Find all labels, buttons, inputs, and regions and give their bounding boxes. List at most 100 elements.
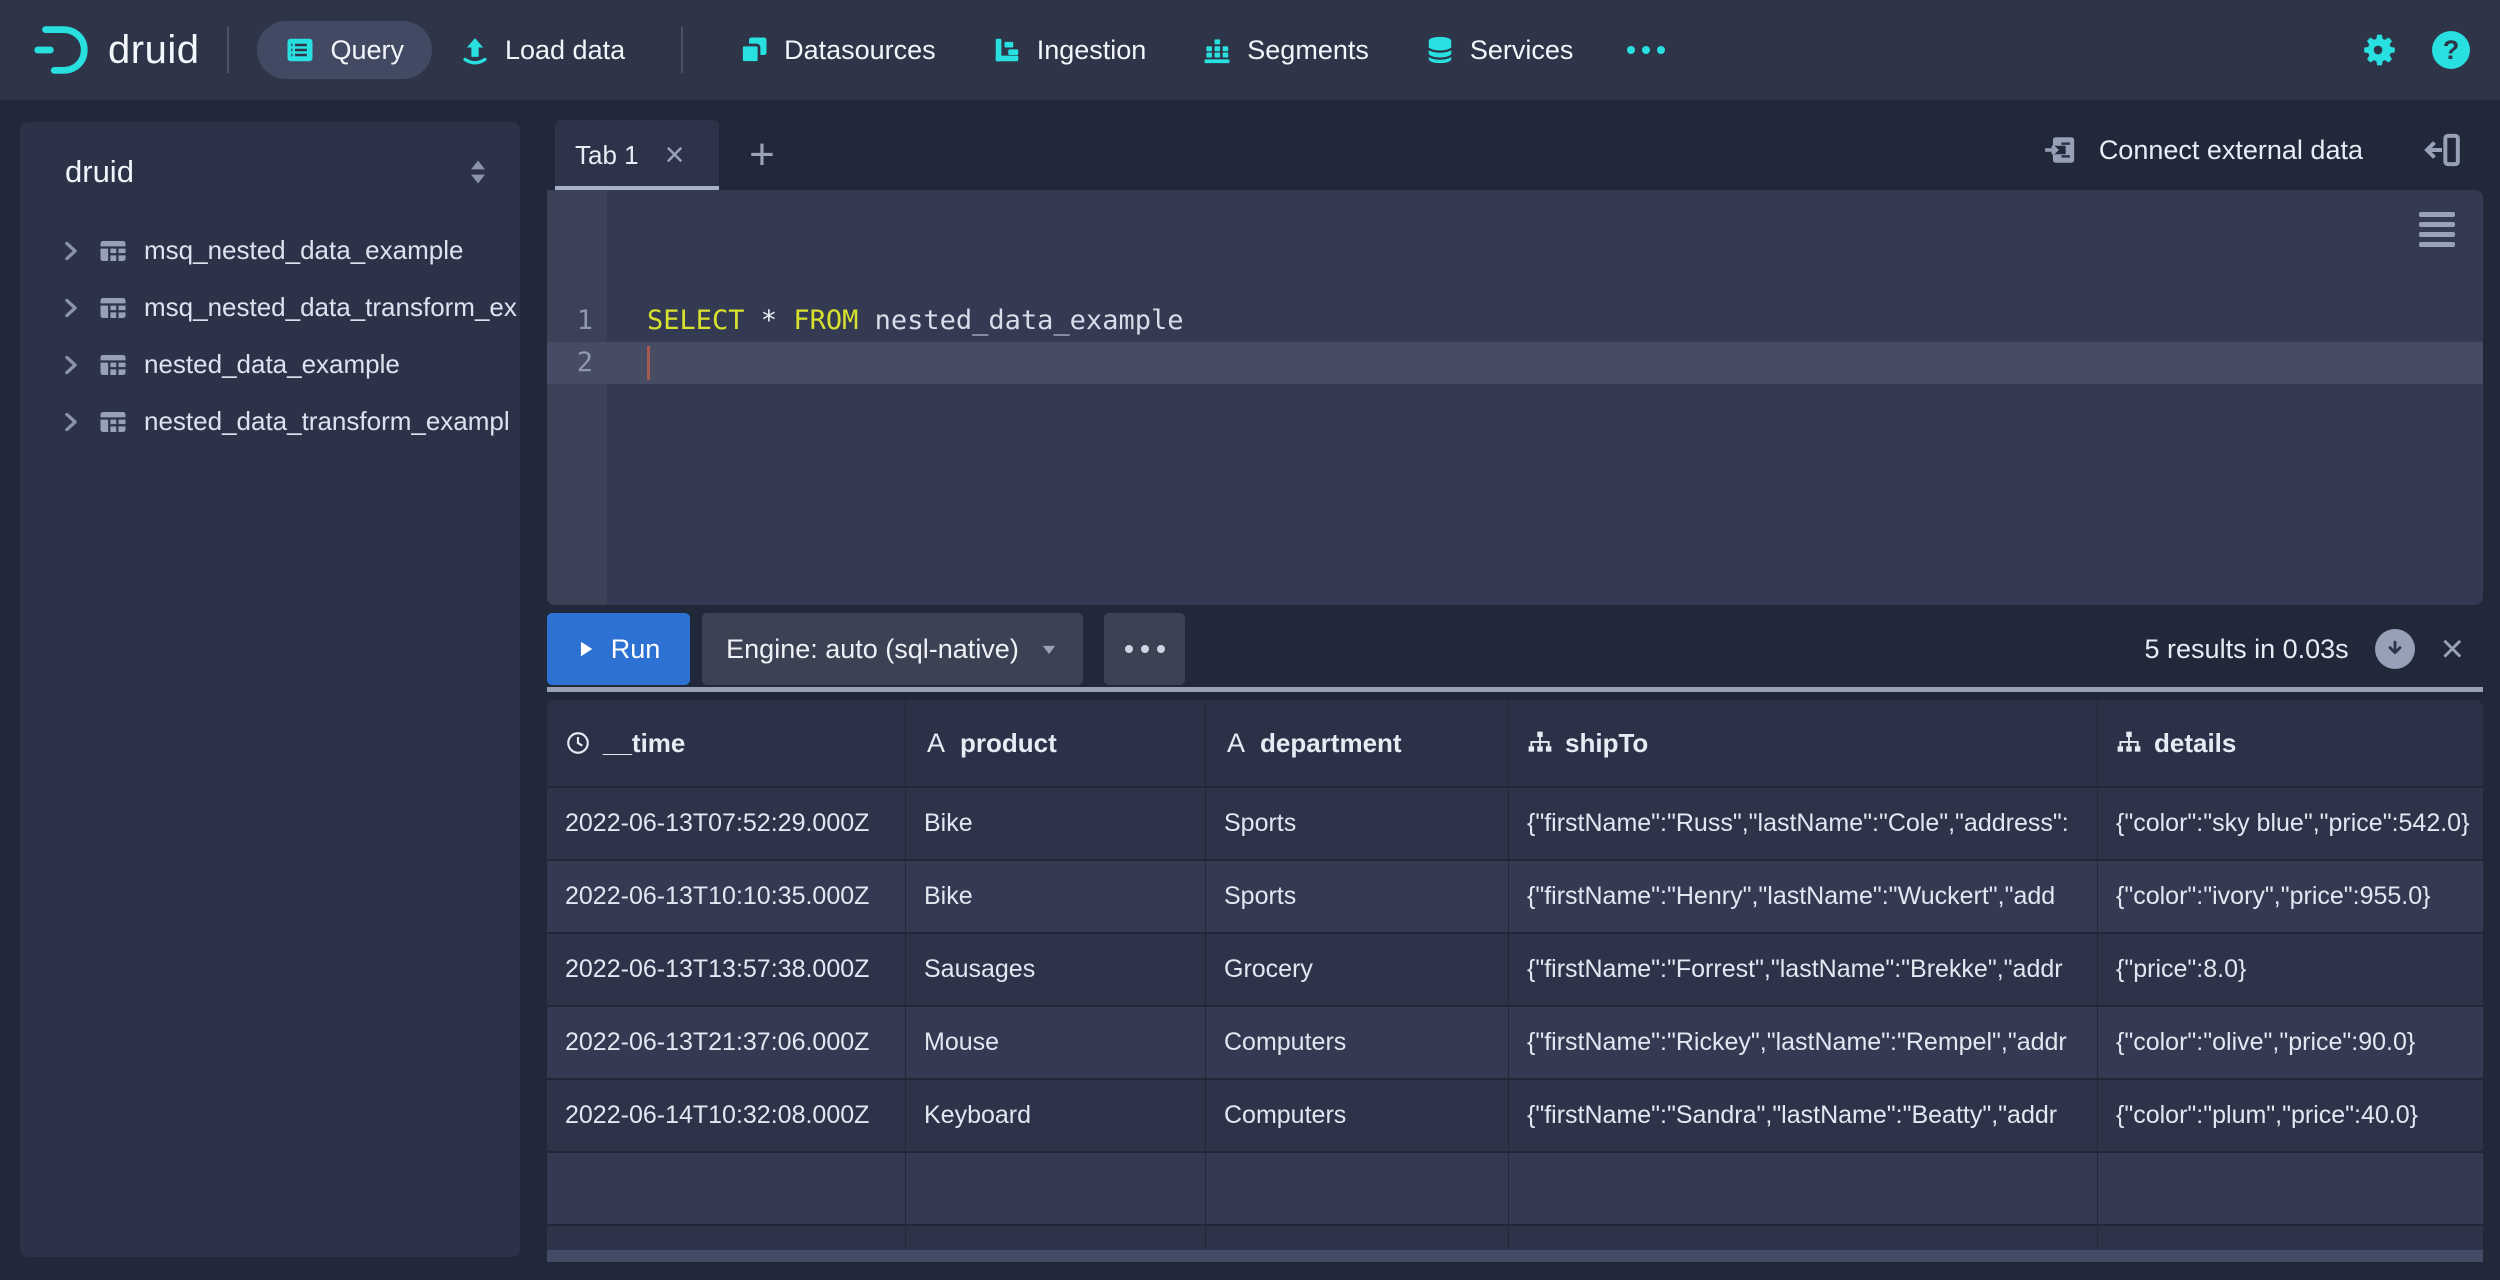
results-meta: 5 results in 0.03s ×: [2145, 629, 2483, 669]
column-label: product: [960, 727, 1057, 758]
query-tab[interactable]: Tab 1 ×: [555, 120, 719, 190]
table-icon: [98, 350, 128, 380]
download-results-icon[interactable]: [2374, 629, 2415, 669]
column-header-department[interactable]: A department: [1206, 700, 1509, 786]
druid-logo[interactable]: druid: [30, 19, 199, 81]
cell-details[interactable]: {"color":"plum","price":40.0}: [2098, 1080, 2483, 1151]
schema-sidebar: druid msq_nested_data_example msq_nested…: [20, 122, 520, 1257]
line-number: 2: [576, 347, 593, 378]
run-button[interactable]: Run: [547, 613, 690, 685]
column-label: shipTo: [1565, 727, 1649, 758]
datasource-tree: msq_nested_data_example msq_nested_data_…: [20, 222, 520, 450]
resize-splitter-handle[interactable]: [547, 687, 2483, 692]
schema-title: druid: [65, 154, 134, 189]
column-label: details: [2154, 727, 2237, 758]
table-row: 2022-06-13T10:10:35.000Z Bike Sports {"f…: [547, 861, 2483, 934]
cell-shipto[interactable]: {"firstName":"Rickey","lastName":"Rempel…: [1509, 1007, 2098, 1078]
top-navbar: druid Query Load data Datasources Ingest…: [0, 0, 2500, 100]
cell-department[interactable]: Grocery: [1206, 934, 1509, 1005]
tab-close-icon[interactable]: ×: [665, 138, 685, 172]
sql-editor[interactable]: 1 2 SELECT * FROM nested_data_example: [547, 190, 2483, 605]
line-number: 1: [576, 305, 593, 336]
more-options-icon[interactable]: [1104, 613, 1185, 685]
cell-details[interactable]: {"color":"ivory","price":955.0}: [2098, 861, 2483, 932]
logo-text: druid: [108, 27, 200, 72]
editor-menu-icon[interactable]: [2407, 202, 2467, 256]
help-icon[interactable]: ?: [2432, 31, 2470, 69]
nav-item-services[interactable]: Services: [1397, 21, 1602, 79]
cell-shipto[interactable]: {"firstName":"Sandra","lastName":"Beatty…: [1509, 1080, 2098, 1151]
chevron-right-icon[interactable]: [60, 297, 82, 319]
column-header-time[interactable]: __time: [547, 700, 906, 786]
open-panel-arrow-icon[interactable]: [2419, 126, 2465, 174]
nav-divider: [227, 27, 230, 73]
settings-gear-icon[interactable]: [2358, 30, 2398, 70]
sql-token: *: [744, 305, 794, 336]
cell-department[interactable]: Computers: [1206, 1080, 1509, 1151]
query-workbench: Tab 1 × + Connect external data 1 2 SELE…: [547, 100, 2483, 1262]
table-icon: [98, 407, 128, 437]
tree-item-datasource[interactable]: msq_nested_data_transform_ex: [20, 279, 520, 336]
datasource-name: msq_nested_data_example: [144, 235, 464, 265]
chevron-right-icon[interactable]: [60, 354, 82, 376]
query-doc-icon: [285, 35, 315, 65]
nav-more-icon[interactable]: [1607, 46, 1685, 54]
sidebar-header: druid: [20, 130, 520, 214]
nav-item-ingestion[interactable]: Ingestion: [964, 21, 1175, 79]
services-database-icon: [1425, 35, 1455, 65]
cell-shipto[interactable]: {"firstName":"Henry","lastName":"Wuckert…: [1509, 861, 2098, 932]
ingestion-icon: [992, 35, 1022, 65]
column-label: __time: [603, 727, 686, 758]
sort-double-caret-icon[interactable]: [464, 158, 492, 186]
nav-item-query[interactable]: Query: [257, 21, 432, 79]
cell-time[interactable]: 2022-06-13T13:57:38.000Z: [547, 934, 906, 1005]
help-glyph: ?: [2442, 34, 2460, 65]
cell-shipto[interactable]: {"firstName":"Forrest","lastName":"Brekk…: [1509, 934, 2098, 1005]
sql-keyword: SELECT: [647, 305, 745, 336]
cell-product[interactable]: Mouse: [906, 1007, 1206, 1078]
cell-department[interactable]: Computers: [1206, 1007, 1509, 1078]
tree-item-datasource[interactable]: nested_data_transform_exampl: [20, 393, 520, 450]
table-icon: [98, 293, 128, 323]
current-line-highlight: [547, 342, 2483, 384]
cell-time[interactable]: 2022-06-13T10:10:35.000Z: [547, 861, 906, 932]
chevron-right-icon[interactable]: [60, 240, 82, 262]
table-row: 2022-06-13T13:57:38.000Z Sausages Grocer…: [547, 934, 2483, 1007]
cell-time[interactable]: 2022-06-13T07:52:29.000Z: [547, 788, 906, 859]
cell-product[interactable]: Bike: [906, 861, 1206, 932]
cell-product[interactable]: Keyboard: [906, 1080, 1206, 1151]
datasources-icon: [739, 35, 769, 65]
connect-external-data-button[interactable]: Connect external data: [2043, 122, 2363, 178]
add-tab-button[interactable]: +: [739, 128, 785, 182]
chevron-right-icon[interactable]: [60, 411, 82, 433]
horizontal-scrollbar[interactable]: [547, 1250, 2483, 1262]
cell-details[interactable]: {"price":8.0}: [2098, 934, 2483, 1005]
datasource-name: msq_nested_data_transform_ex: [144, 292, 517, 322]
close-results-icon[interactable]: ×: [2441, 629, 2464, 669]
tree-item-datasource[interactable]: msq_nested_data_example: [20, 222, 520, 279]
column-label: department: [1260, 727, 1402, 758]
nav-item-load-data[interactable]: Load data: [432, 21, 653, 79]
upload-arrow-icon: [460, 35, 490, 65]
nav-item-segments[interactable]: Segments: [1174, 21, 1397, 79]
sql-identifier: nested_data_example: [858, 305, 1184, 336]
cell-time[interactable]: 2022-06-13T21:37:06.000Z: [547, 1007, 906, 1078]
sql-code-line[interactable]: SELECT * FROM nested_data_example: [647, 300, 1183, 342]
cell-department[interactable]: Sports: [1206, 861, 1509, 932]
cell-shipto[interactable]: {"firstName":"Russ","lastName":"Cole","a…: [1509, 788, 2098, 859]
engine-select-button[interactable]: Engine: auto (sql-native): [702, 613, 1083, 685]
results-table: __time A product A department shipTo det…: [547, 700, 2483, 1262]
column-header-details[interactable]: details: [2098, 700, 2483, 786]
column-header-shipto[interactable]: shipTo: [1509, 700, 2098, 786]
nav-item-datasources[interactable]: Datasources: [711, 21, 964, 79]
cell-product[interactable]: Sausages: [906, 934, 1206, 1005]
cell-details[interactable]: {"color":"olive","price":90.0}: [2098, 1007, 2483, 1078]
column-header-product[interactable]: A product: [906, 700, 1206, 786]
editor-gutter: [547, 190, 607, 605]
cell-product[interactable]: Bike: [906, 788, 1206, 859]
cell-details[interactable]: {"color":"sky blue","price":542.0}: [2098, 788, 2483, 859]
cell-department[interactable]: Sports: [1206, 788, 1509, 859]
cell-time[interactable]: 2022-06-14T10:32:08.000Z: [547, 1080, 906, 1151]
text-cursor: [647, 346, 650, 380]
tree-item-datasource[interactable]: nested_data_example: [20, 336, 520, 393]
